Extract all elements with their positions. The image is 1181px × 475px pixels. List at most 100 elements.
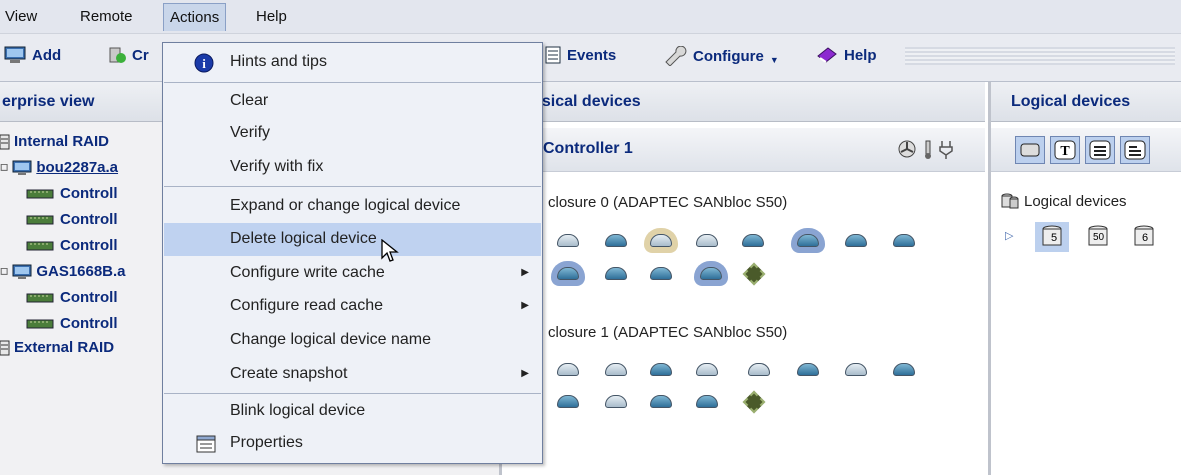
logical-devices-header: Logical devices bbox=[991, 82, 1181, 122]
disk-icon[interactable] bbox=[605, 363, 627, 376]
menu-item-verify-with-fix[interactable]: Verify with fix bbox=[164, 151, 541, 184]
add-button[interactable]: Add bbox=[4, 46, 61, 64]
help-button[interactable]: Help bbox=[816, 46, 877, 64]
view-detail-button[interactable] bbox=[1120, 136, 1150, 164]
raid-level-label: 50 bbox=[1093, 232, 1105, 243]
expand-icon: ◻ bbox=[0, 266, 9, 277]
expand-icon: ◻ bbox=[0, 162, 9, 173]
menu-item-change-logical-device-name[interactable]: Change logical device name bbox=[164, 324, 541, 357]
expand-arrow-icon[interactable]: ▷ bbox=[1005, 229, 1013, 242]
tree-label: Internal RAID bbox=[14, 133, 110, 150]
logical-devices-tree-node[interactable]: Logical devices bbox=[1001, 192, 1127, 210]
toolbar-grip bbox=[905, 47, 1175, 65]
disk-icon[interactable] bbox=[557, 267, 579, 280]
disk-icon[interactable] bbox=[650, 363, 672, 376]
events-button[interactable]: Events bbox=[545, 46, 616, 64]
enclosure-1-label: closure 1 (ADAPTEC SANbloc S50) bbox=[548, 324, 788, 341]
tree-label: Controll bbox=[60, 289, 118, 306]
disk-icon[interactable] bbox=[893, 234, 915, 247]
logical-device-raid5[interactable]: 5 bbox=[1035, 222, 1069, 252]
computer-icon bbox=[12, 160, 32, 175]
disk-icon[interactable] bbox=[650, 267, 672, 280]
enclosure-0-label: closure 0 (ADAPTEC SANbloc S50) bbox=[548, 194, 788, 211]
disk-icon[interactable] bbox=[605, 267, 627, 280]
disk-icon[interactable] bbox=[557, 363, 579, 376]
chip-icon[interactable] bbox=[742, 390, 766, 414]
disk-icon[interactable] bbox=[845, 234, 867, 247]
disk-icon[interactable] bbox=[650, 395, 672, 408]
tree-label: Controll bbox=[60, 211, 118, 228]
menu-item-create-snapshot[interactable]: Create snapshot ▶ bbox=[164, 358, 541, 391]
tree-external-raid[interactable]: External RAID bbox=[0, 339, 114, 356]
tree-label: bou2287a.a bbox=[36, 159, 119, 176]
computer-icon bbox=[4, 46, 26, 63]
chevron-down-icon: ▼ bbox=[769, 55, 779, 65]
disk-icon[interactable] bbox=[696, 363, 718, 376]
menu-help[interactable]: Help bbox=[256, 8, 287, 25]
view-icons-button[interactable] bbox=[1015, 136, 1045, 164]
disk-icon[interactable] bbox=[605, 234, 627, 247]
disk-icon[interactable] bbox=[650, 234, 672, 247]
raid-level-label: 6 bbox=[1142, 232, 1149, 244]
menu-item-label: Delete logical device bbox=[230, 230, 377, 247]
disk-icon[interactable] bbox=[700, 267, 722, 280]
wrench-icon bbox=[665, 46, 687, 66]
tree-label: GAS1668B.a bbox=[36, 263, 126, 280]
menu-item-verify[interactable]: Verify bbox=[164, 117, 541, 150]
menu-item-label: Configure read cache bbox=[230, 297, 383, 314]
submenu-arrow-icon: ▶ bbox=[521, 267, 529, 278]
tree-internal-raid[interactable]: Internal RAID bbox=[0, 133, 109, 150]
submenu-arrow-icon: ▶ bbox=[521, 368, 529, 379]
menu-item-configure-write-cache[interactable]: Configure write cache ▶ bbox=[164, 257, 541, 290]
menu-item-expand-change-logical-device[interactable]: Expand or change logical device bbox=[164, 190, 541, 223]
create-button[interactable]: Cr bbox=[108, 46, 149, 64]
controller-bar[interactable]: Controller 1 bbox=[505, 128, 985, 172]
tree-controller[interactable]: Controll bbox=[26, 289, 118, 306]
disk-icon[interactable] bbox=[605, 395, 627, 408]
create-icon bbox=[109, 47, 126, 63]
raid-level-label: 5 bbox=[1051, 232, 1058, 244]
tree-controller[interactable]: Controll bbox=[26, 211, 118, 228]
tree-server-bou2287a[interactable]: ◻ bou2287a.a bbox=[0, 159, 118, 176]
view-list-button[interactable] bbox=[1085, 136, 1115, 164]
menu-item-label: Change logical device name bbox=[230, 331, 432, 348]
menu-item-properties[interactable]: Properties bbox=[164, 427, 541, 460]
menu-item-blink-logical-device[interactable]: Blink logical device bbox=[164, 395, 541, 428]
menu-item-delete-logical-device[interactable]: Delete logical device bbox=[164, 223, 541, 262]
menu-remote[interactable]: Remote bbox=[80, 8, 133, 25]
menu-item-clear[interactable]: Clear bbox=[164, 85, 541, 118]
disk-icon[interactable] bbox=[748, 363, 770, 376]
tree-controller[interactable]: Controll bbox=[26, 185, 118, 202]
tree-server-gas1668b[interactable]: ◻ GAS1668B.a bbox=[0, 263, 126, 280]
configure-button[interactable]: Configure ▼ bbox=[663, 46, 779, 66]
controller-icon bbox=[26, 241, 54, 250]
logical-device-raid50[interactable]: 50 bbox=[1081, 222, 1115, 252]
disk-icon[interactable] bbox=[742, 234, 764, 247]
info-icon: i bbox=[194, 53, 214, 73]
tree-controller[interactable]: Controll bbox=[26, 237, 118, 254]
menu-item-label: Configure write cache bbox=[230, 264, 385, 281]
disk-icon[interactable] bbox=[797, 363, 819, 376]
chip-icon[interactable] bbox=[742, 262, 766, 286]
physical-devices-header: ysical devices bbox=[505, 82, 985, 122]
disk-icon[interactable] bbox=[696, 395, 718, 408]
disk-icon[interactable] bbox=[557, 234, 579, 247]
menu-item-label: Verify bbox=[230, 124, 271, 141]
view-mode-bar: T bbox=[991, 128, 1181, 172]
menu-item-hints-and-tips[interactable]: i Hints and tips bbox=[164, 46, 541, 79]
disk-icon[interactable] bbox=[557, 395, 579, 408]
fan-icon bbox=[898, 140, 916, 158]
menu-item-configure-read-cache[interactable]: Configure read cache ▶ bbox=[164, 290, 541, 323]
menu-view[interactable]: View bbox=[5, 8, 37, 25]
disk-icon[interactable] bbox=[696, 234, 718, 247]
view-text-button[interactable]: T bbox=[1050, 136, 1080, 164]
menu-actions[interactable]: Actions bbox=[163, 3, 227, 31]
disk-icon[interactable] bbox=[893, 363, 915, 376]
disk-icon[interactable] bbox=[797, 234, 819, 247]
menu-item-label: Create snapshot bbox=[230, 365, 348, 382]
tree-controller[interactable]: Controll bbox=[26, 315, 118, 332]
logical-device-raid6[interactable]: 6 bbox=[1127, 222, 1161, 252]
computer-icon bbox=[12, 264, 32, 279]
disk-icon[interactable] bbox=[845, 363, 867, 376]
menu-item-label: Properties bbox=[230, 434, 303, 451]
